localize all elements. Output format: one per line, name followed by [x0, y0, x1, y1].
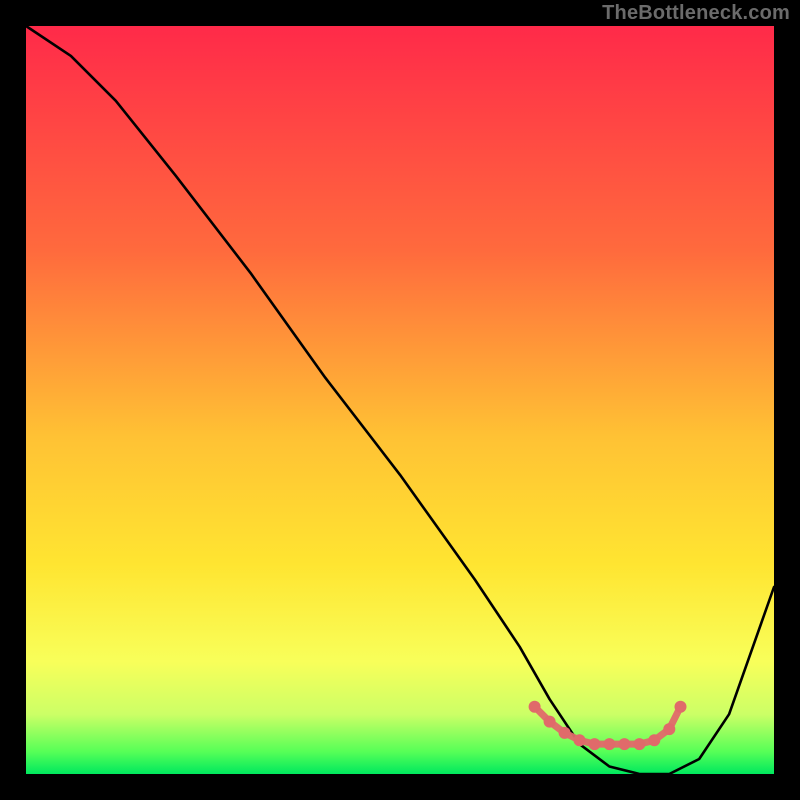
chart-stage: TheBottleneck.com	[0, 0, 800, 800]
highlight-dot	[529, 701, 541, 713]
watermark-label: TheBottleneck.com	[602, 2, 790, 25]
highlight-dot	[559, 727, 571, 739]
highlight-dot	[663, 723, 675, 735]
plot-background	[26, 26, 774, 774]
highlight-dot	[648, 734, 660, 746]
bottleneck-plot	[0, 0, 800, 800]
highlight-dot	[633, 738, 645, 750]
highlight-dot	[589, 738, 601, 750]
highlight-dot	[603, 738, 615, 750]
highlight-dot	[544, 716, 556, 728]
highlight-dot	[675, 701, 687, 713]
highlight-dot	[618, 738, 630, 750]
highlight-dot	[574, 734, 586, 746]
